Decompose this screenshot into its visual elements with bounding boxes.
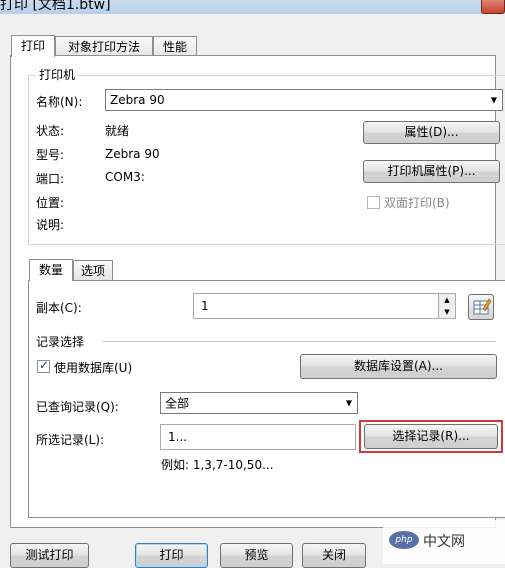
properties-button[interactable]: 属性(D)... [363, 121, 500, 144]
printer-group-label: 打印机 [36, 66, 79, 83]
use-database-label: 使用数据库(U) [54, 361, 133, 375]
printer-name-label: 名称(N): [36, 95, 83, 109]
copies-options-button[interactable] [468, 294, 494, 320]
title-bar: 打印 [文档1.btw] [0, 0, 505, 14]
tab-print[interactable]: 打印 [11, 35, 55, 57]
printer-name-value: Zebra 90 [110, 93, 165, 107]
preview-button[interactable]: 预览 [220, 543, 293, 568]
select-records-button[interactable]: 选择记录(R)... [364, 424, 498, 449]
test-print-button[interactable]: 测试打印 [10, 543, 89, 568]
queried-records-select[interactable]: 全部 ▼ [160, 392, 358, 414]
database-settings-button[interactable]: 数据库设置(A)... [300, 354, 497, 379]
printer-name-select[interactable]: Zebra 90 ▼ [105, 89, 503, 111]
grid-edit-icon [473, 298, 492, 315]
close-button[interactable]: 关闭 [302, 543, 366, 568]
port-label: 端口: [36, 172, 65, 186]
copies-stepper[interactable]: 1 ▲ ▼ [193, 293, 456, 319]
selected-records-label: 所选记录(L): [36, 433, 105, 447]
print-button[interactable]: 打印 [135, 543, 208, 568]
duplex-checkbox[interactable] [367, 196, 380, 209]
tab-object-print-method[interactable]: 对象打印方法 [55, 36, 153, 56]
status-value: 就绪 [105, 124, 130, 138]
queried-records-label: 已查询记录(Q): [36, 400, 119, 414]
selected-records-value: 1... [168, 430, 188, 444]
close-window-icon[interactable] [481, 0, 505, 14]
queried-records-value: 全部 [165, 396, 190, 411]
example-text: 例如: 1,3,7-10,50... [161, 458, 274, 472]
php-logo: php [389, 531, 419, 549]
printer-properties-button[interactable]: 打印机属性(P)... [363, 160, 500, 183]
use-database-checkbox[interactable] [37, 358, 50, 373]
record-selection-label: 记录选择 [36, 335, 85, 349]
watermark: php 中文网 [383, 520, 505, 564]
tab-performance[interactable]: 性能 [153, 36, 197, 56]
model-label: 型号: [36, 148, 65, 162]
record-selection-divider [102, 341, 496, 342]
location-label: 位置: [36, 196, 65, 210]
comment-label: 说明: [36, 218, 65, 232]
tab-quantity[interactable]: 数量 [29, 259, 73, 281]
chevron-down-icon: ▼ [345, 398, 352, 408]
copies-label: 副本(C): [36, 301, 82, 315]
chevron-down-icon: ▼ [490, 95, 497, 105]
copies-value: 1 [201, 299, 209, 313]
tab-options[interactable]: 选项 [73, 260, 113, 280]
port-value: COM3: [105, 170, 145, 184]
model-value: Zebra 90 [105, 147, 160, 161]
selected-records-input[interactable]: 1... [160, 424, 356, 450]
duplex-label: 双面打印(B) [384, 196, 450, 210]
window-title: 打印 [文档1.btw] [0, 0, 111, 13]
watermark-text: 中文网 [423, 534, 465, 550]
status-label: 状态: [36, 124, 65, 138]
stepper-down-icon[interactable]: ▼ [438, 306, 455, 318]
